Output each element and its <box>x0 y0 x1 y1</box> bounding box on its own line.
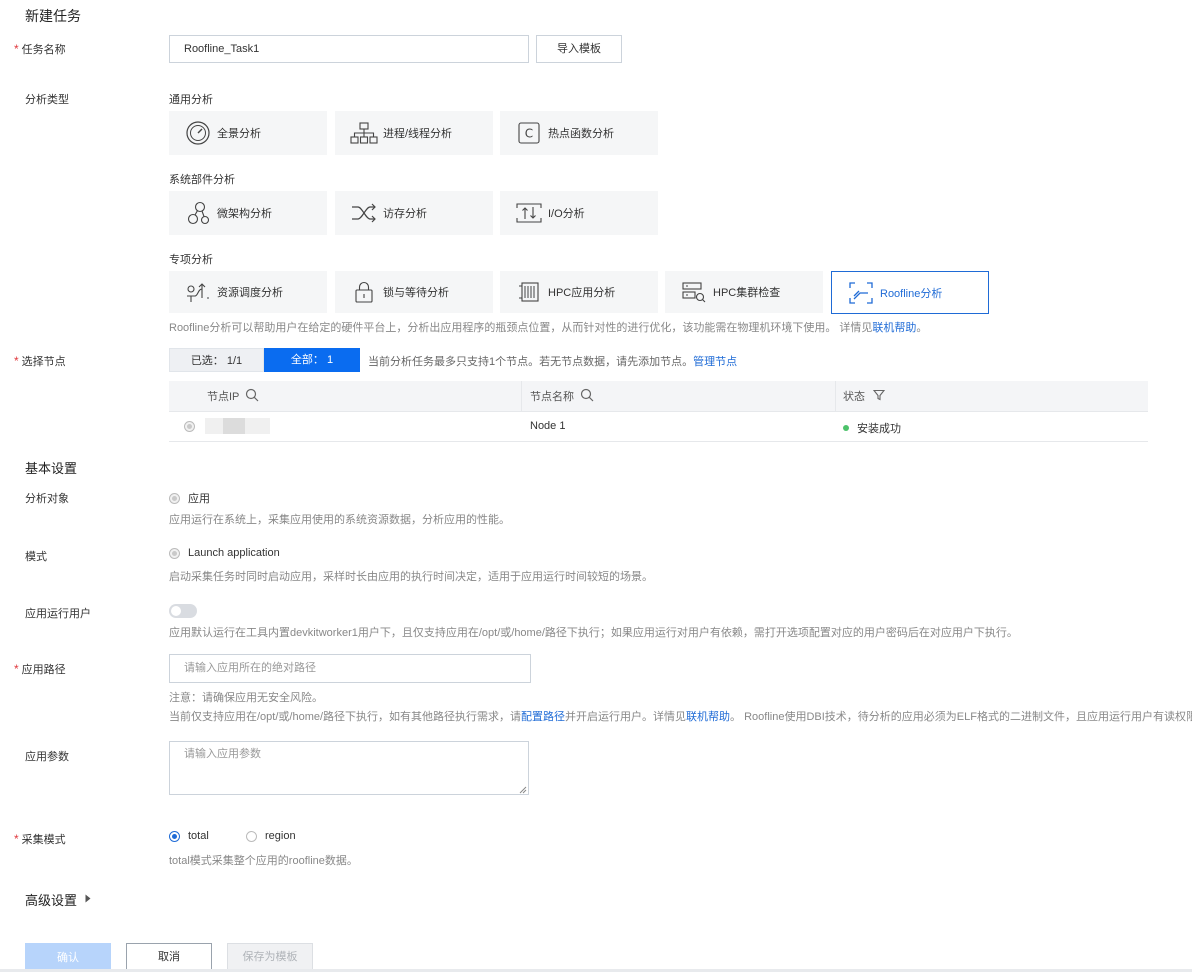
manage-nodes-link[interactable]: 管理节点 <box>693 356 737 368</box>
card-memory-access[interactable]: 访存分析 <box>335 191 493 235</box>
mode-option[interactable]: Launch application <box>169 547 280 559</box>
app-path-note: 注意：请确保应用无安全风险。 <box>169 692 323 704</box>
run-user-hint: 应用默认运行在工具内置devkitworker1用户下，且仅支持应用在/opt/… <box>169 627 1018 639</box>
search-icon[interactable] <box>580 388 594 405</box>
io-arrows-icon <box>514 200 544 226</box>
app-path-note-2: 当前仅支持应用在/opt/或/home/路径下执行，如有其他路径执行需求，请配置… <box>169 711 1192 723</box>
tab-all-nodes[interactable]: 全部： 1 <box>264 348 360 372</box>
card-hotspot-function[interactable]: C 热点函数分析 <box>500 111 658 155</box>
target-hint: 应用运行在系统上，采集应用使用的系统资源数据，分析应用的性能。 <box>169 514 510 526</box>
hierarchy-icon <box>349 120 379 146</box>
app-params-label: 应用参数 <box>25 751 69 763</box>
import-template-button[interactable]: 导入模板 <box>536 35 622 63</box>
card-hpc-cluster[interactable]: HPC集群检查 <box>665 271 823 313</box>
row-radio[interactable] <box>184 421 195 432</box>
card-process-thread[interactable]: 进程/线程分析 <box>335 111 493 155</box>
mode-hint: 启动采集任务时同时启动应用，采样时长由应用的执行时间决定，适用于应用运行时间较短… <box>169 571 653 583</box>
col-node-name: 节点名称 <box>522 381 836 411</box>
collect-mode-region[interactable]: region <box>246 830 296 842</box>
node-ip-redaction <box>223 418 245 434</box>
collect-mode-total[interactable]: total <box>169 830 209 842</box>
region-radio[interactable] <box>246 830 257 842</box>
mode-radio[interactable] <box>169 547 180 559</box>
server-search-icon <box>679 279 709 305</box>
general-analysis-title: 通用分析 <box>169 94 213 106</box>
node-tabs: 已选： 1/1 全部： 1 <box>169 348 360 372</box>
card-roofline[interactable]: Roofline分析 <box>831 271 989 314</box>
lock-icon <box>349 279 379 305</box>
analysis-target-label: 分析对象 <box>25 493 69 505</box>
resize-handle-icon[interactable] <box>519 785 527 797</box>
card-lock-wait[interactable]: 锁与等待分析 <box>335 271 493 313</box>
basic-settings-title: 基本设置 <box>25 461 78 476</box>
node-select-label: * 选择节点 <box>14 354 66 368</box>
search-icon[interactable] <box>245 388 259 405</box>
filter-icon[interactable] <box>872 389 886 404</box>
total-radio[interactable] <box>169 830 180 842</box>
card-resource-scheduling[interactable]: 资源调度分析 <box>169 271 327 313</box>
cancel-button[interactable]: 取消 <box>126 943 212 972</box>
col-status: 状态 <box>836 381 1148 411</box>
app-params-textarea[interactable]: 请输入应用参数 <box>169 741 529 795</box>
hpc-server-icon <box>514 279 544 305</box>
target-radio[interactable] <box>169 492 180 504</box>
special-analysis-title: 专项分析 <box>169 254 213 266</box>
roofline-description: Roofline分析可以帮助用户在给定的硬件平台上，分析出应用程序的瓶颈点位置，… <box>169 322 928 334</box>
page-title: 新建任务 <box>25 8 81 24</box>
card-hpc-app[interactable]: HPC应用分析 <box>500 271 658 313</box>
card-panorama[interactable]: 全景分析 <box>169 111 327 155</box>
caret-right-icon <box>85 894 91 906</box>
card-io[interactable]: I/O分析 <box>500 191 658 235</box>
card-microarchitecture[interactable]: 微架构分析 <box>169 191 327 235</box>
collect-mode-hint: total模式采集整个应用的roofline数据。 <box>169 855 358 867</box>
node-hint: 当前分析任务最多只支持1个节点。若无节点数据，请先添加节点。管理节点 <box>368 356 738 368</box>
table-header: 节点IP 节点名称 状态 <box>169 381 1148 412</box>
scheduling-icon <box>183 279 213 305</box>
node-table: 节点IP 节点名称 状态 Node 1 安装成功 <box>169 381 1148 442</box>
app-path-input[interactable]: 请输入应用所在的绝对路径 <box>169 654 531 683</box>
analysis-target-option[interactable]: 应用 <box>169 490 210 506</box>
task-name-label: * 任务名称 <box>14 42 66 56</box>
run-user-toggle[interactable] <box>169 604 197 618</box>
online-help-link[interactable]: 联机帮助 <box>872 322 916 334</box>
mode-label: 模式 <box>25 551 47 563</box>
system-analysis-title: 系统部件分析 <box>169 174 235 186</box>
task-name-input[interactable]: Roofline_Task1 <box>169 35 529 63</box>
shuffle-icon <box>349 200 379 226</box>
svg-text:C: C <box>525 127 533 141</box>
roofline-chart-icon <box>846 280 876 306</box>
app-path-label: * 应用路径 <box>14 662 66 676</box>
collect-mode-label: * 采集模式 <box>14 832 66 846</box>
save-template-button[interactable]: 保存为模板 <box>227 943 313 972</box>
confirm-button[interactable]: 确认 <box>25 943 111 972</box>
table-row[interactable]: Node 1 安装成功 <box>169 412 1148 442</box>
analysis-type-label: 分析类型 <box>25 94 69 106</box>
molecule-icon <box>183 200 213 226</box>
online-help-link-2[interactable]: 联机帮助 <box>686 711 730 723</box>
tab-selected-nodes[interactable]: 已选： 1/1 <box>169 348 264 372</box>
gauge-icon <box>183 120 213 146</box>
advanced-settings-toggle[interactable]: 高级设置 <box>25 890 91 909</box>
status-cell: 安装成功 <box>843 420 901 436</box>
col-node-ip: 节点IP <box>169 381 522 411</box>
config-path-link[interactable]: 配置路径 <box>521 711 565 723</box>
node-name-cell: Node 1 <box>530 420 566 432</box>
run-user-label: 应用运行用户 <box>25 608 91 620</box>
function-c-icon: C <box>514 120 544 146</box>
status-dot <box>843 425 849 431</box>
